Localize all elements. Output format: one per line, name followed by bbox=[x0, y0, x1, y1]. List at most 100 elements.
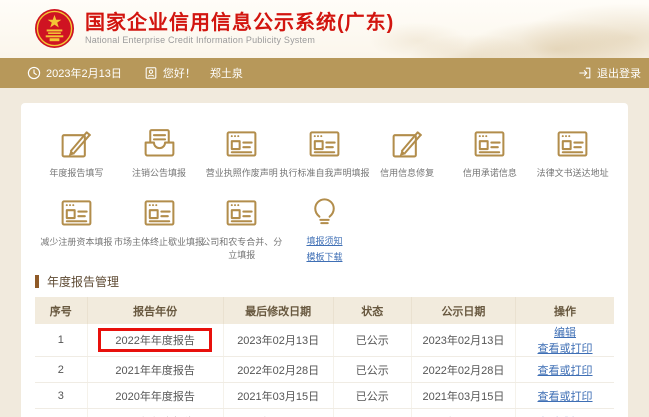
quick-action[interactable]: 年度报告填写 bbox=[35, 125, 118, 180]
username: 郑土泉 bbox=[210, 65, 243, 81]
window-icon bbox=[141, 194, 178, 231]
cell-actions: 编辑查看或打印 bbox=[516, 324, 614, 357]
quick-action-label: 执行标准自我声明填报 bbox=[279, 167, 369, 180]
cell-modified-date: 2021年03月15日 bbox=[223, 383, 333, 409]
quick-action[interactable]: 信用承诺信息 bbox=[449, 125, 532, 180]
cell-status: 已公示 bbox=[333, 324, 411, 357]
page: 国家企业信用信息公示系统(广东) National Enterprise Cre… bbox=[0, 0, 649, 417]
cell-report-year: 2019年年度报告 bbox=[87, 409, 223, 417]
cell-publish-date: 2023年02月13日 bbox=[411, 324, 515, 357]
quick-actions-row-2: 减少注册资本填报市场主体终止歇业填报公司和农专合并、分立填报填报须知模板下载 bbox=[35, 194, 614, 264]
cell-modified-date: 2020年05月28日 bbox=[223, 409, 333, 417]
view-or-print-link[interactable]: 查看或打印 bbox=[538, 365, 593, 377]
quick-action[interactable]: 市场主体终止歇业填报 bbox=[118, 194, 201, 264]
badge-icon bbox=[144, 66, 158, 80]
section-accent-bar bbox=[35, 275, 39, 288]
table-row: 32020年年度报告2021年03月15日已公示2021年03月15日查看或打印 bbox=[35, 383, 614, 409]
site-subtitle: National Enterprise Credit Information P… bbox=[85, 35, 394, 45]
main-panel: 年度报告填写注销公告填报营业执照作废声明执行标准自我声明填报信用信息修复信用承诺… bbox=[21, 103, 628, 417]
content-area: 年度报告填写注销公告填报营业执照作废声明执行标准自我声明填报信用信息修复信用承诺… bbox=[0, 88, 649, 417]
quick-action-label: 信用信息修复 bbox=[380, 167, 434, 180]
edit-square-icon bbox=[389, 125, 426, 162]
column-header: 操作 bbox=[516, 297, 614, 324]
cell-actions: 查看或打印 bbox=[516, 383, 614, 409]
table-row: 22021年年度报告2022年02月28日已公示2022年02月28日查看或打印 bbox=[35, 357, 614, 383]
quick-action-label: 注销公告填报 bbox=[132, 167, 186, 180]
bulb-icon bbox=[306, 194, 343, 231]
cell-report-year: 2020年年度报告 bbox=[87, 383, 223, 409]
annual-report-table: 序号报告年份最后修改日期状态公示日期操作 1 2022年年度报告 2023年02月1… bbox=[35, 297, 614, 417]
inbox-icon bbox=[141, 125, 178, 162]
logout-button[interactable]: 退出登录 bbox=[578, 65, 641, 81]
window-icon bbox=[58, 194, 95, 231]
cell-status: 已公示 bbox=[333, 383, 411, 409]
cell-report-year: 2021年年度报告 bbox=[87, 357, 223, 383]
quick-actions-row-1: 年度报告填写注销公告填报营业执照作废声明执行标准自我声明填报信用信息修复信用承诺… bbox=[35, 125, 614, 180]
column-header: 报告年份 bbox=[87, 297, 223, 324]
window-icon bbox=[306, 125, 343, 162]
table-header-row: 序号报告年份最后修改日期状态公示日期操作 bbox=[35, 297, 614, 324]
exit-icon bbox=[578, 66, 592, 80]
section-title: 年度报告管理 bbox=[35, 273, 614, 290]
site-title: 国家企业信用信息公示系统(广东) bbox=[85, 12, 394, 35]
greeting: 您好！ bbox=[144, 65, 196, 81]
site-header: 国家企业信用信息公示系统(广东) National Enterprise Cre… bbox=[0, 0, 649, 58]
quick-action-label: 年度报告填写 bbox=[49, 167, 103, 180]
section-title-text: 年度报告管理 bbox=[47, 273, 119, 290]
logout-label: 退出登录 bbox=[597, 65, 641, 81]
table-row: 42019年年度报告2020年05月28日已公示2020年05月28日查看或打印 bbox=[35, 409, 614, 417]
quick-action[interactable]: 营业执照作废声明 bbox=[200, 125, 283, 180]
cell-index: 2 bbox=[35, 357, 87, 383]
cell-modified-date: 2023年02月13日 bbox=[223, 324, 333, 357]
window-icon bbox=[554, 125, 591, 162]
filing-instructions-link[interactable]: 填报须知 bbox=[306, 235, 342, 249]
quick-action-label: 营业执照作废声明 bbox=[206, 167, 278, 180]
edit-link[interactable]: 编辑 bbox=[554, 327, 576, 339]
table-row: 12022年年度报告2023年02月13日已公示2023年02月13日编辑查看或… bbox=[35, 324, 614, 357]
column-header: 序号 bbox=[35, 297, 87, 324]
column-header: 公示日期 bbox=[411, 297, 515, 324]
cell-publish-date: 2022年02月28日 bbox=[411, 357, 515, 383]
quick-action[interactable]: 公司和农专合并、分立填报 bbox=[200, 194, 283, 264]
cell-report-year: 2022年年度报告 bbox=[87, 324, 223, 357]
cell-index: 4 bbox=[35, 409, 87, 417]
template-download-link[interactable]: 模板下载 bbox=[306, 251, 342, 265]
quick-action[interactable]: 法律文书送达地址 bbox=[531, 125, 614, 180]
view-or-print-link[interactable]: 查看或打印 bbox=[538, 391, 593, 403]
quick-action-label: 公司和农专合并、分立填报 bbox=[200, 236, 283, 262]
brand: 国家企业信用信息公示系统(广东) National Enterprise Cre… bbox=[0, 0, 649, 49]
view-or-print-link[interactable]: 查看或打印 bbox=[538, 343, 593, 355]
column-header: 最后修改日期 bbox=[223, 297, 333, 324]
window-icon bbox=[223, 125, 260, 162]
clock-icon bbox=[27, 66, 41, 80]
window-icon bbox=[223, 194, 260, 231]
quick-action[interactable]: 信用信息修复 bbox=[366, 125, 449, 180]
greeting-text: 您好！ bbox=[163, 65, 196, 81]
cell-status: 已公示 bbox=[333, 357, 411, 383]
cell-status: 已公示 bbox=[333, 409, 411, 417]
highlight-box: 2022年年度报告 bbox=[98, 328, 211, 352]
help-links: 填报须知模板下载 bbox=[306, 235, 342, 264]
quick-action[interactable]: 注销公告填报 bbox=[118, 125, 201, 180]
help-panel: 填报须知模板下载 bbox=[283, 194, 366, 264]
column-header: 状态 bbox=[333, 297, 411, 324]
quick-action-label: 法律文书送达地址 bbox=[537, 167, 609, 180]
window-icon bbox=[471, 125, 508, 162]
quick-action-label: 减少注册资本填报 bbox=[40, 236, 112, 249]
cell-index: 1 bbox=[35, 324, 87, 357]
quick-action[interactable]: 减少注册资本填报 bbox=[35, 194, 118, 264]
cell-publish-date: 2020年05月28日 bbox=[411, 409, 515, 417]
brand-text: 国家企业信用信息公示系统(广东) National Enterprise Cre… bbox=[85, 12, 394, 45]
quick-action-label: 市场主体终止歇业填报 bbox=[114, 236, 204, 249]
national-emblem-icon bbox=[34, 8, 75, 49]
cell-index: 3 bbox=[35, 383, 87, 409]
quick-action[interactable]: 执行标准自我声明填报 bbox=[283, 125, 366, 180]
date-display: 2023年2月13日 bbox=[27, 65, 122, 81]
edit-square-icon bbox=[58, 125, 95, 162]
cell-modified-date: 2022年02月28日 bbox=[223, 357, 333, 383]
table-body: 12022年年度报告2023年02月13日已公示2023年02月13日编辑查看或… bbox=[35, 324, 614, 417]
cell-actions: 查看或打印 bbox=[516, 357, 614, 383]
date-text: 2023年2月13日 bbox=[46, 65, 122, 81]
quick-action-label: 信用承诺信息 bbox=[463, 167, 517, 180]
cell-actions: 查看或打印 bbox=[516, 409, 614, 417]
